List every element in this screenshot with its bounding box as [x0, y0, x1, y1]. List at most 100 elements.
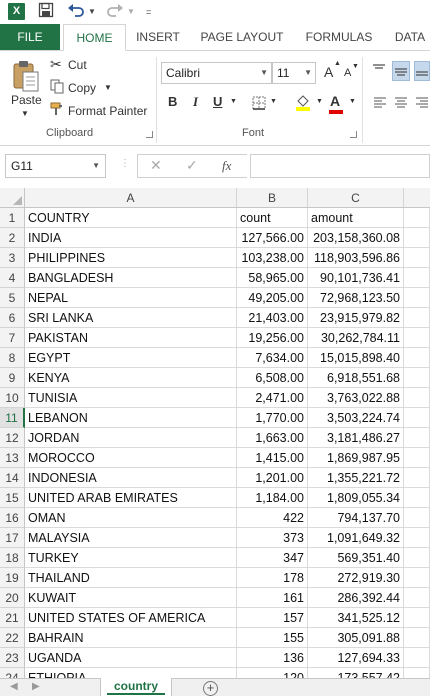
align-left-icon[interactable] [373, 97, 387, 112]
paste-icon[interactable] [12, 59, 39, 92]
cell-b[interactable]: 157 [237, 608, 308, 628]
cell-c[interactable]: 286,392.44 [308, 588, 404, 608]
row-header[interactable]: 13 [0, 448, 25, 468]
cell-d[interactable] [404, 288, 430, 308]
tab-home[interactable]: HOME [63, 24, 126, 51]
undo-icon[interactable] [67, 2, 85, 23]
cell-d[interactable] [404, 508, 430, 528]
cell-d[interactable] [404, 268, 430, 288]
paste-dropdown-icon[interactable]: ▼ [21, 109, 29, 118]
cell-d[interactable] [404, 488, 430, 508]
cell-c[interactable]: 173,557.42 [308, 668, 404, 678]
row-header[interactable]: 8 [0, 348, 25, 368]
save-icon[interactable] [38, 2, 54, 23]
select-all-button[interactable] [0, 188, 25, 208]
cell-c[interactable]: 3,181,486.27 [308, 428, 404, 448]
worksheet-grid[interactable]: A B C 1 COUNTRY count amount 2 INDIA 127,566.0… [0, 188, 430, 678]
cut-button[interactable]: Cut [68, 58, 87, 72]
cell-c[interactable]: 1,091,649.32 [308, 528, 404, 548]
cell-a[interactable]: UNITED ARAB EMIRATES [25, 488, 237, 508]
row-header[interactable]: 20 [0, 588, 25, 608]
cell-a[interactable]: KENYA [25, 368, 237, 388]
cell-b[interactable]: 422 [237, 508, 308, 528]
cell-b[interactable]: 103,238.00 [237, 248, 308, 268]
cell-b[interactable]: 127,566.00 [237, 228, 308, 248]
cell-b[interactable]: 136 [237, 648, 308, 668]
tab-page-layout[interactable]: PAGE LAYOUT [196, 24, 288, 50]
cell-d[interactable] [404, 648, 430, 668]
cell-d[interactable] [404, 568, 430, 588]
redo-icon[interactable] [106, 2, 124, 23]
cell-a[interactable]: NEPAL [25, 288, 237, 308]
cell-b[interactable]: 1,201.00 [237, 468, 308, 488]
cell-c[interactable]: 305,091.88 [308, 628, 404, 648]
row-header[interactable]: 1 [0, 208, 25, 228]
cell-c[interactable]: 1,809,055.34 [308, 488, 404, 508]
cell-a[interactable]: ETHIOPIA [25, 668, 237, 678]
cell-a[interactable]: LEBANON [25, 408, 237, 428]
cell-b[interactable]: 1,184.00 [237, 488, 308, 508]
font-family-select[interactable]: Calibri ▼ [161, 62, 272, 84]
cell-a[interactable]: THAILAND [25, 568, 237, 588]
fill-color-dropdown-icon[interactable]: ▼ [316, 98, 323, 105]
cell-d[interactable] [404, 608, 430, 628]
cell-b[interactable]: 19,256.00 [237, 328, 308, 348]
tab-insert[interactable]: INSERT [132, 24, 184, 50]
customize-toolbar-icon[interactable]: = [146, 2, 151, 22]
align-bottom-icon[interactable] [414, 61, 430, 81]
cell-a[interactable]: COUNTRY [25, 208, 237, 228]
row-header[interactable]: 5 [0, 288, 25, 308]
undo-dropdown-icon[interactable]: ▼ [88, 2, 96, 22]
cell-a[interactable]: MALAYSIA [25, 528, 237, 548]
cell-b[interactable]: 49,205.00 [237, 288, 308, 308]
bold-button[interactable]: B [168, 94, 177, 109]
cell-d[interactable] [404, 528, 430, 548]
cell-d[interactable] [404, 428, 430, 448]
cell-c[interactable]: 1,355,221.72 [308, 468, 404, 488]
cell-d[interactable] [404, 308, 430, 328]
cell-a[interactable]: TURKEY [25, 548, 237, 568]
cell-d[interactable] [404, 548, 430, 568]
cell-d[interactable] [404, 208, 430, 228]
font-launcher-icon[interactable] [350, 131, 357, 138]
grow-font-button[interactable]: A [324, 64, 333, 80]
row-header[interactable]: 21 [0, 608, 25, 628]
cell-b[interactable]: 1,415.00 [237, 448, 308, 468]
font-color-button[interactable]: A [330, 93, 340, 109]
font-size-select[interactable]: 11 ▼ [272, 62, 316, 84]
cell-a[interactable]: INDONESIA [25, 468, 237, 488]
cell-b[interactable]: 120 [237, 668, 308, 678]
cell-d[interactable] [404, 228, 430, 248]
cell-d[interactable] [404, 368, 430, 388]
cell-c[interactable]: 341,525.12 [308, 608, 404, 628]
cell-c[interactable]: 794,137.70 [308, 508, 404, 528]
align-middle-icon[interactable] [392, 61, 410, 81]
cell-c[interactable]: 23,915,979.82 [308, 308, 404, 328]
cell-c[interactable]: 30,262,784.11 [308, 328, 404, 348]
cell-b[interactable]: count [237, 208, 308, 228]
copy-button[interactable]: Copy [68, 81, 96, 95]
cell-d[interactable] [404, 248, 430, 268]
cancel-icon[interactable]: ✕ [150, 157, 162, 174]
cell-a[interactable]: UGANDA [25, 648, 237, 668]
cell-d[interactable] [404, 408, 430, 428]
cell-b[interactable]: 347 [237, 548, 308, 568]
scroll-right-icon[interactable]: ▶ [32, 681, 40, 692]
paste-button[interactable]: Paste [11, 93, 42, 107]
cell-a[interactable]: EGYPT [25, 348, 237, 368]
plus-circle-icon[interactable]: + [203, 681, 218, 696]
row-header[interactable]: 11 [0, 408, 25, 428]
row-header[interactable]: 14 [0, 468, 25, 488]
column-header-b[interactable]: B [237, 188, 308, 208]
cell-c[interactable]: 6,918,551.68 [308, 368, 404, 388]
formula-input[interactable] [250, 154, 430, 178]
cell-c[interactable]: 118,903,596.86 [308, 248, 404, 268]
cell-c[interactable]: 127,694.33 [308, 648, 404, 668]
align-right-icon[interactable] [415, 97, 429, 112]
row-header[interactable]: 23 [0, 648, 25, 668]
row-header[interactable]: 3 [0, 248, 25, 268]
cell-c[interactable]: 1,869,987.95 [308, 448, 404, 468]
cell-d[interactable] [404, 668, 430, 678]
cell-b[interactable]: 161 [237, 588, 308, 608]
enter-icon[interactable]: ✓ [186, 157, 198, 174]
